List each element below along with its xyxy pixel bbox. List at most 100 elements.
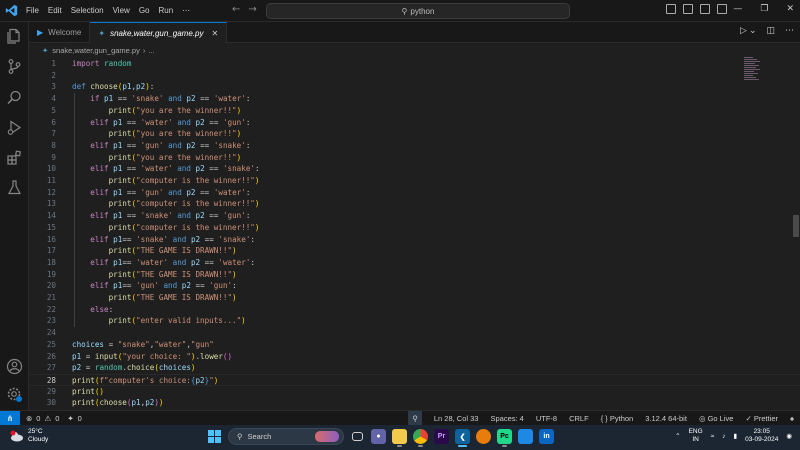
chrome-icon[interactable] [413,429,428,447]
code-line[interactable]: 30 print(choose(p1,p2)) [29,397,800,409]
minimize-icon[interactable]: — [733,4,742,14]
teams-chat-icon[interactable]: ● [371,429,386,444]
close-window-icon[interactable]: ✕ [786,4,794,14]
python-interpreter[interactable]: 3.12.4 64-bit [645,414,687,423]
run-python-file-icon[interactable]: ▷ [740,26,747,36]
code-line[interactable]: 17 print("THE GAME IS DRAWN!!") [29,245,800,257]
back-arrow-icon[interactable]: ← [232,4,240,15]
file-explorer-icon[interactable] [392,429,407,447]
code-line[interactable]: 29 print() [29,386,800,398]
code-line[interactable]: 9 print("you are the winner!!") [29,152,800,164]
source-control-icon[interactable] [6,58,23,75]
ports-count[interactable]: 0 [78,414,82,423]
close-tab-icon[interactable]: ✕ [211,29,218,38]
tab-welcome[interactable]: ▶ Welcome [29,22,91,43]
prettier-button[interactable]: ✓ Prettier [745,414,778,423]
code-line[interactable]: 10 elif p1 == 'water' and p2 == 'snake': [29,163,800,175]
manage-gear-icon[interactable] [6,386,23,403]
code-line[interactable]: 14 elif p1 == 'snake' and p2 == 'gun': [29,210,800,222]
menu-run[interactable]: Run [158,6,173,15]
run-dropdown-chevron-icon[interactable]: ⌄ [749,26,757,36]
blender-icon[interactable] [476,429,491,444]
cursor-position[interactable]: Ln 28, Col 33 [434,414,479,423]
code-line[interactable]: 6 elif p1 == 'water' and p2 == 'gun': [29,117,800,129]
code-line[interactable]: 5 print("you are the winner!!") [29,105,800,117]
code-line[interactable]: 23 print("enter valid inputs...") [29,315,800,327]
code-line[interactable]: 7 print("you are the winner!!") [29,128,800,140]
language-indicator[interactable]: ENG IN [689,428,703,444]
code-line[interactable]: 1 import random [29,58,800,70]
code-line[interactable]: 18 elif p1== 'water' and p2 == 'water': [29,257,800,269]
code-line[interactable]: 3 def choose(p1,p2): [29,81,800,93]
menu-file[interactable]: File [26,6,39,15]
code-line[interactable]: 4 if p1 == 'snake' and p2 == 'water': [29,93,800,105]
start-windows-icon[interactable] [207,429,222,444]
breadcrumb-file[interactable]: snake,water,gun_game.py [52,46,140,55]
notifications-icon[interactable]: ◉ [786,432,792,440]
menu-selection[interactable]: Selection [71,6,104,15]
run-debug-icon[interactable] [6,119,23,136]
premiere-pro-icon[interactable]: Pr [434,429,449,444]
show-hidden-icons-chevron-icon[interactable]: ⌃ [675,432,680,440]
toggle-panel-icon[interactable] [683,4,693,14]
vscode-taskbar-icon[interactable]: ❮ [455,429,470,447]
split-editor-icon[interactable]: ◫ [766,26,775,36]
end-of-line[interactable]: CRLF [569,414,589,423]
menu-go[interactable]: Go [139,6,150,15]
indentation[interactable]: Spaces: 4 [490,414,523,423]
warnings-icon[interactable]: ⚠ [44,414,51,423]
breadcrumb-symbols[interactable]: ... [148,46,154,55]
taskbar-search[interactable]: ⚲ Search [228,428,344,445]
code-line[interactable]: 24 [29,327,800,339]
warnings-count[interactable]: 0 [55,414,59,423]
more-actions-icon[interactable]: ⋯ [785,26,794,36]
code-line[interactable]: 15 print("computer is the winner!!") [29,222,800,234]
code-line[interactable]: 2 [29,70,800,82]
ports-icon[interactable]: ✦ [67,414,73,423]
command-center-search[interactable]: ⚲ python [266,3,570,19]
menu-edit[interactable]: Edit [48,6,62,15]
volume-icon[interactable]: ♪ [722,433,725,440]
editor-scrollbar[interactable] [792,57,800,357]
code-line[interactable]: 8 elif p1 == 'gun' and p2 == 'snake': [29,140,800,152]
code-line[interactable]: 19 print("THE GAME IS DRAWN!!") [29,269,800,281]
go-live-button[interactable]: ◎ Go Live [699,414,734,423]
code-editor[interactable]: 1 import random 2 3 def choose(p1,p2): 4 if p… [29,57,800,410]
remote-window-icon[interactable]: ⋔ [0,410,20,426]
errors-icon[interactable]: ⊗ [26,414,32,423]
customize-layout-icon[interactable] [717,4,727,14]
accounts-icon[interactable] [6,358,23,375]
minimap[interactable] [744,57,762,85]
code-line[interactable]: 12 elif p1 == 'gun' and p2 == 'water': [29,187,800,199]
code-line[interactable]: 26 p1 = input("your choice: ").lower() [29,351,800,363]
code-line[interactable]: 20 elif p1== 'gun' and p2 == 'gun': [29,280,800,292]
notifications-bell-icon[interactable]: ♠ [790,414,794,423]
linkedin-icon[interactable]: in [539,429,554,444]
wifi-icon[interactable]: ≈ [711,433,715,440]
extensions-icon[interactable] [6,149,23,166]
code-line[interactable]: 11 print("computer is the winner!!") [29,175,800,187]
forward-arrow-icon[interactable]: → [248,4,256,15]
weather-widget[interactable]: 25°C Cloudy [10,428,48,444]
testing-flask-icon[interactable] [6,179,23,196]
code-line[interactable]: 13 print("computer is the winner!!") [29,198,800,210]
toggle-secondary-sidebar-icon[interactable] [700,4,710,14]
code-line[interactable]: 22 else: [29,304,800,316]
code-line[interactable]: 25 choices = "snake","water","gun" [29,339,800,351]
code-line[interactable]: 28 print(f"computer's choice:{p2}") [29,373,800,386]
code-line[interactable]: 16 elif p1== 'snake' and p2 == 'snake': [29,234,800,246]
task-view-icon[interactable] [352,432,363,441]
menu-view[interactable]: View [113,6,130,15]
search-sidebar-icon[interactable] [6,89,23,106]
menu-more[interactable]: ⋯ [182,6,190,15]
clock[interactable]: 23:05 03-09-2024 [745,428,778,444]
language-mode[interactable]: { } Python [601,414,634,423]
explorer-icon[interactable] [6,28,23,45]
zoom-icon[interactable]: ⚲ [408,411,422,426]
photos-icon[interactable] [518,429,533,444]
errors-count[interactable]: 0 [36,414,40,423]
code-line[interactable]: 27 p2 = random.choice(choices) [29,362,800,374]
pycharm-icon[interactable]: Pc [497,429,512,447]
restore-icon[interactable]: ❐ [760,4,768,14]
code-line[interactable]: 21 print("THE GAME IS DRAWN!!") [29,292,800,304]
